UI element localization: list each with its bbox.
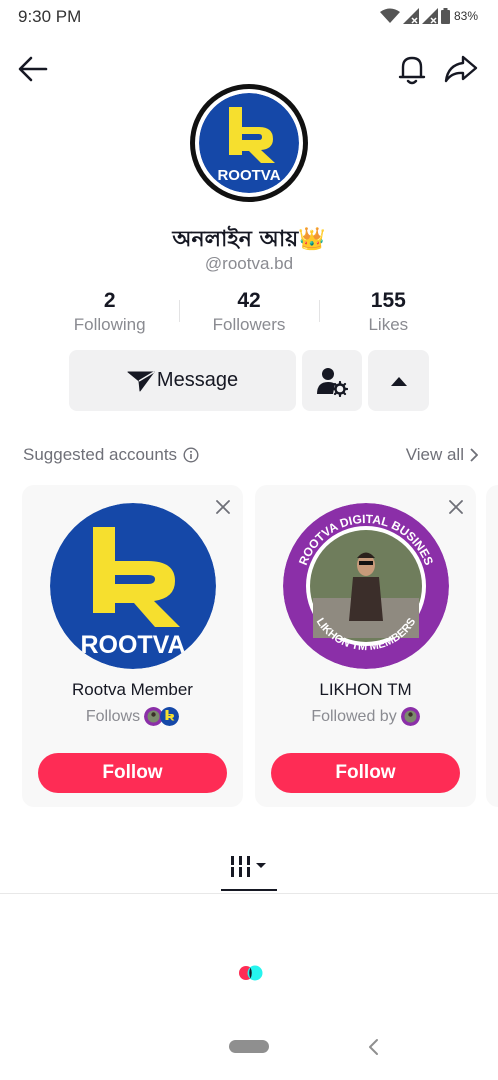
avatar-logo-text: ROOTVA xyxy=(217,167,280,184)
share-button[interactable] xyxy=(442,52,480,86)
paper-plane-icon xyxy=(127,370,155,391)
stat-value: 2 xyxy=(103,289,116,312)
share-arrow-icon xyxy=(444,55,478,83)
message-button[interactable]: Message xyxy=(69,350,296,411)
suggested-title-text: Suggested accounts xyxy=(23,445,178,464)
profile-handle: @rootva.bd xyxy=(204,254,294,273)
follow-button[interactable]: Follow xyxy=(271,753,460,793)
info-icon[interactable] xyxy=(183,447,199,463)
loading-indicator xyxy=(238,964,264,982)
caret-up-icon xyxy=(390,376,407,386)
suggested-name: Rootva Member xyxy=(72,680,193,699)
mini-avatar xyxy=(400,707,420,726)
status-time: 9:30 PM xyxy=(18,7,82,26)
stat-likes[interactable]: 155 Likes xyxy=(318,288,458,340)
profile-avatar-frame: ROOTVA xyxy=(195,89,303,197)
battery-icon xyxy=(440,8,450,24)
notification-bell-button[interactable] xyxy=(395,52,429,86)
signal-icon xyxy=(402,8,419,24)
system-back-button[interactable] xyxy=(366,1038,380,1056)
mini-avatar xyxy=(160,707,180,726)
suggested-title: Suggested accounts xyxy=(23,445,199,465)
suggested-card[interactable]: ROOTVA Rootva Member Follows Follow xyxy=(22,485,243,807)
wifi-icon xyxy=(379,8,400,23)
stat-label: Likes xyxy=(368,315,409,334)
stat-followers[interactable]: 42 Followers xyxy=(179,288,318,340)
stat-label: Followers xyxy=(212,315,286,334)
message-button-label: Message xyxy=(156,369,239,391)
suggested-avatar[interactable]: ROOTVA DIGITAL BUSINES LIKHON TM MEMBERS xyxy=(283,503,449,669)
more-button[interactable] xyxy=(368,350,429,411)
dismiss-button[interactable] xyxy=(446,497,466,517)
status-bar: 9:30 PM 83% xyxy=(0,0,498,34)
suggested-subtitle: Follows xyxy=(22,707,243,726)
close-icon xyxy=(216,500,230,514)
suggested-subtitle: Followed by xyxy=(255,707,476,726)
profile-stats: 2 Following 42 Followers 155 Likes xyxy=(40,288,458,340)
suggested-subtitle-text: Followed by xyxy=(311,707,397,725)
video-grid-icon xyxy=(231,856,266,877)
view-all-link[interactable]: View all xyxy=(406,445,478,465)
stat-label: Following xyxy=(73,315,146,334)
avatar-logo-text: ROOTVA xyxy=(80,631,185,659)
content-tab-bar xyxy=(0,848,498,894)
suggested-avatar[interactable]: ROOTVA xyxy=(50,503,216,669)
profile-avatar[interactable]: ROOTVA xyxy=(190,84,308,202)
suggested-card[interactable] xyxy=(486,485,498,807)
friend-settings-button[interactable] xyxy=(302,350,362,411)
follow-button[interactable]: Follow xyxy=(38,753,227,793)
status-icons: 83% xyxy=(379,8,478,24)
suggested-name: LIKHON TM xyxy=(319,680,412,699)
suggested-card[interactable]: ROOTVA DIGITAL BUSINES LIKHON TM MEMBERS… xyxy=(255,485,476,807)
signal-icon xyxy=(421,8,438,24)
stat-value: 42 xyxy=(237,289,261,312)
arrow-left-icon xyxy=(18,56,48,82)
suggested-subtitle-text: Follows xyxy=(85,707,141,725)
home-gesture-pill[interactable] xyxy=(229,1040,269,1053)
user-settings-icon xyxy=(317,367,348,397)
tab-videos[interactable] xyxy=(221,848,277,891)
chevron-right-icon xyxy=(470,448,478,462)
stat-value: 155 xyxy=(370,289,406,312)
view-all-label: View all xyxy=(405,445,464,464)
chevron-left-icon xyxy=(369,1039,378,1055)
stat-following[interactable]: 2 Following xyxy=(40,288,179,340)
back-button[interactable] xyxy=(16,52,50,86)
battery-level: 83% xyxy=(453,9,478,23)
bell-icon xyxy=(398,56,426,85)
close-icon xyxy=(449,500,463,514)
suggested-header: Suggested accounts View all xyxy=(23,445,478,469)
rootva-logo: ROOTVA xyxy=(199,93,299,193)
dismiss-button[interactable] xyxy=(213,497,233,517)
